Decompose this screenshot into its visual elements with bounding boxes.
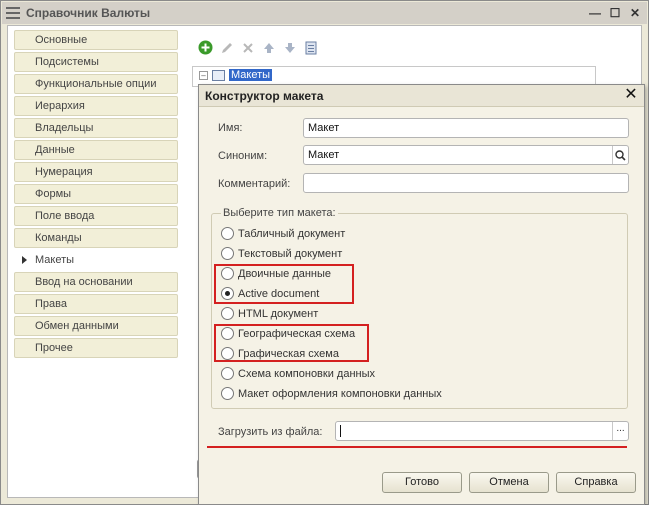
sidebar-item-label: Подсистемы <box>35 56 99 68</box>
sidebar-item-label: Прочее <box>35 342 73 354</box>
sidebar-item[interactable]: Поле ввода <box>14 206 178 226</box>
add-icon[interactable] <box>197 39 214 56</box>
sidebar-item[interactable]: Макеты <box>14 250 178 270</box>
close-icon[interactable]: ✕ <box>627 5 643 20</box>
template-type-option[interactable]: Схема компоновки данных <box>221 367 375 380</box>
file-path-field[interactable]: ... <box>335 421 629 441</box>
move-down-icon[interactable] <box>281 39 298 56</box>
window-title: Справочник Валюты <box>26 6 151 20</box>
highlight-box-schemas <box>214 324 369 362</box>
sidebar-item[interactable]: Основные <box>14 30 178 50</box>
list-icon[interactable] <box>302 39 319 56</box>
template-type-option[interactable]: Табличный документ <box>221 227 345 240</box>
template-type-option[interactable]: HTML документ <box>221 307 318 320</box>
collapse-icon[interactable]: – <box>199 70 208 80</box>
title-bar: Справочник Валюты — ☐ ✕ <box>2 2 647 24</box>
sidebar-item[interactable]: Владельцы <box>14 118 178 138</box>
delete-icon[interactable] <box>239 39 256 56</box>
sidebar-item-label: Владельцы <box>35 122 94 134</box>
templates-folder-icon <box>212 69 225 81</box>
move-up-icon[interactable] <box>260 39 277 56</box>
template-type-label: Схема компоновки данных <box>238 367 376 380</box>
sidebar-item-label: Функциональные опции <box>35 78 157 90</box>
sidebar-nav: Основные Подсистемы Функциональные опции Ие… <box>14 30 178 360</box>
template-type-label: HTML документ <box>238 307 319 320</box>
radio-button[interactable] <box>221 247 234 260</box>
template-type-label: Макет оформления компоновки данных <box>238 387 442 400</box>
highlight-box-binary <box>214 264 354 304</box>
comment-label: Комментарий: <box>218 178 291 190</box>
highlight-underline <box>207 446 627 448</box>
template-type-label: Табличный документ <box>238 227 346 240</box>
radio-button[interactable] <box>221 307 234 320</box>
sidebar-item[interactable]: Формы <box>14 184 178 204</box>
sidebar-item-label: Макеты <box>35 254 75 266</box>
dialog-title: Конструктор макета <box>199 85 644 107</box>
sidebar-item[interactable]: Обмен данными <box>14 316 178 336</box>
template-type-option[interactable]: Макет оформления компоновки данных <box>221 387 442 400</box>
template-type-group-label: Выберите тип макета: <box>221 207 338 219</box>
sidebar-item[interactable]: Функциональные опции <box>14 74 178 94</box>
sidebar-item[interactable]: Прочее <box>14 338 178 358</box>
sidebar-item[interactable]: Иерархия <box>14 96 178 116</box>
synonym-field[interactable]: Макет <box>303 145 629 165</box>
radio-button[interactable] <box>221 387 234 400</box>
help-button[interactable]: Справка <box>556 472 636 493</box>
file-path-caret <box>340 425 341 438</box>
load-file-label: Загрузить из файла: <box>218 426 323 438</box>
toolbar <box>197 39 319 56</box>
template-type-option[interactable]: Текстовый документ <box>221 247 342 260</box>
sidebar-item-label: Формы <box>35 188 72 200</box>
catalog-icon <box>6 7 20 19</box>
ok-button[interactable]: Готово <box>382 472 462 493</box>
sidebar-item-label: Нумерация <box>35 166 93 178</box>
sidebar-item-label: Данные <box>35 144 75 156</box>
sidebar-item-label: Команды <box>35 232 82 244</box>
sidebar-item[interactable]: Права <box>14 294 178 314</box>
sidebar-item[interactable]: Ввод на основании <box>14 272 178 292</box>
edit-icon[interactable] <box>218 39 235 56</box>
sidebar-item-label: Ввод на основании <box>35 276 133 288</box>
minimize-icon[interactable]: — <box>587 5 603 20</box>
sidebar-item[interactable]: Нумерация <box>14 162 178 182</box>
maximize-icon[interactable]: ☐ <box>607 5 623 20</box>
synonym-value: Макет <box>308 149 340 161</box>
name-label: Имя: <box>218 122 243 134</box>
sidebar-item[interactable]: Данные <box>14 140 178 160</box>
browse-file-button[interactable]: ... <box>612 422 628 440</box>
sidebar-item-label: Обмен данными <box>35 320 119 332</box>
comment-field[interactable] <box>303 173 629 193</box>
name-field[interactable]: Макет <box>303 118 629 138</box>
radio-button[interactable] <box>221 227 234 240</box>
sidebar-item-label: Основные <box>35 34 88 46</box>
synonym-label: Синоним: <box>218 150 268 162</box>
sidebar-item-label: Поле ввода <box>35 210 95 222</box>
template-constructor-dialog: Конструктор макета ✕ Имя: Макет Синоним:… <box>198 84 645 505</box>
radio-button[interactable] <box>221 367 234 380</box>
dialog-close-icon[interactable]: ✕ <box>623 87 639 103</box>
tree-root-row[interactable]: – Макеты <box>199 69 273 81</box>
tree-root-label[interactable]: Макеты <box>229 69 273 81</box>
sidebar-item[interactable]: Команды <box>14 228 178 248</box>
cancel-button[interactable]: Отмена <box>469 472 549 493</box>
search-icon[interactable] <box>612 146 628 164</box>
template-type-label: Текстовый документ <box>238 247 343 260</box>
sidebar-item-label: Права <box>35 298 67 310</box>
sidebar-item[interactable]: Подсистемы <box>14 52 178 72</box>
sidebar-item-label: Иерархия <box>35 100 85 112</box>
active-arrow-icon <box>22 256 27 264</box>
